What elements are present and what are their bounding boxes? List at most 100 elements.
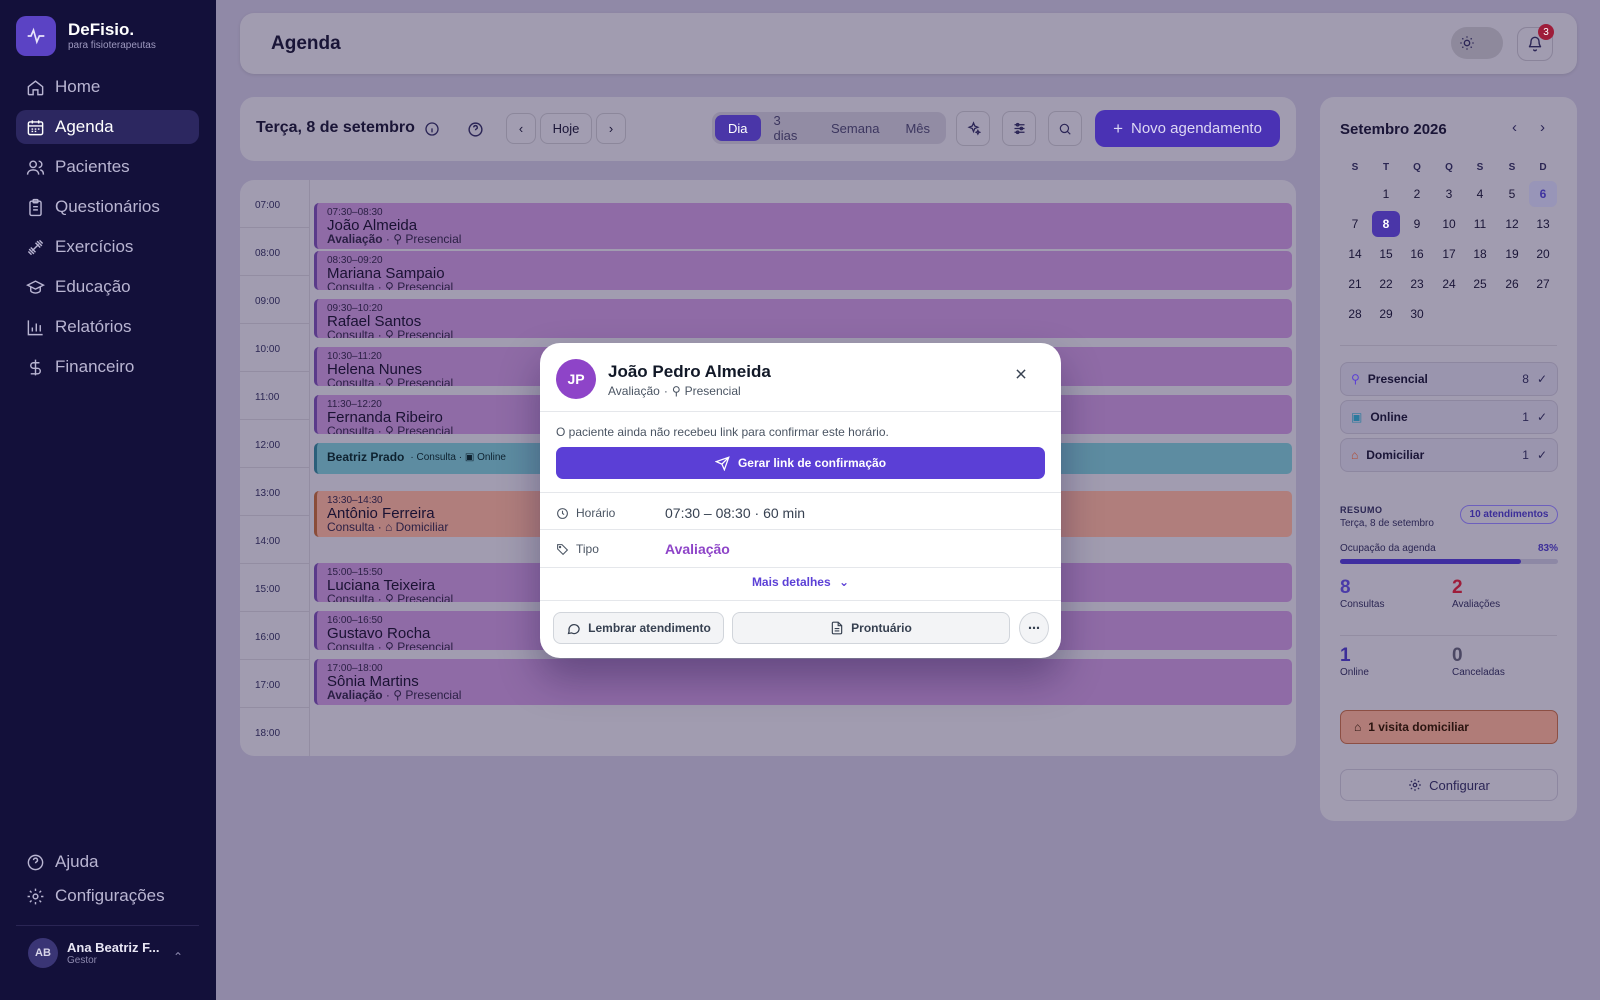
filter-domiciliar[interactable]: ⌂ Domiciliar 1 ✓ <box>1340 438 1558 472</box>
calendar-day[interactable]: 18 <box>1466 241 1494 267</box>
medical-record-button[interactable]: Prontuário <box>732 612 1010 644</box>
filter-count: 1 <box>1522 448 1529 462</box>
configure-button[interactable]: Configurar <box>1340 769 1558 801</box>
user-menu[interactable]: AB Ana Beatriz F... Gestor ⌃ <box>16 925 199 968</box>
dollar-icon <box>30 359 41 375</box>
remind-button[interactable]: Lembrar atendimento <box>553 612 724 644</box>
calendar-day[interactable]: 22 <box>1372 271 1400 297</box>
appointment-card[interactable]: 09:30–10:20 Rafael Santos Consulta · ⚲ P… <box>314 299 1292 338</box>
search-icon <box>1059 123 1071 135</box>
filter-presencial[interactable]: ⚲ Presencial 8 ✓ <box>1340 362 1558 396</box>
hour-label: 10:00 <box>255 344 281 355</box>
appointment-time: 17:00–18:00 <box>327 663 383 674</box>
calendar-day-selected[interactable]: 8 <box>1372 211 1400 237</box>
calendar-day[interactable]: 5 <box>1498 181 1526 207</box>
filters-button[interactable] <box>1002 111 1036 146</box>
hour-label: 13:00 <box>255 488 281 499</box>
more-options-button[interactable]: ⋯ <box>1019 612 1049 644</box>
calendar-day[interactable]: 10 <box>1435 211 1463 237</box>
calendar-day[interactable]: 4 <box>1466 181 1494 207</box>
appointment-mode: Presencial <box>397 640 454 651</box>
sidebar-item-pacientes[interactable]: Pacientes <box>16 150 199 184</box>
appointment-card[interactable]: 17:00–18:00 Sônia Martins Avaliação · ⚲ … <box>314 659 1292 705</box>
calendar-day[interactable]: 3 <box>1435 181 1463 207</box>
more-details-button[interactable]: Mais detalhes ⌄ <box>540 575 1061 589</box>
sidebar: DeFisio. para fisioterapeutas Home Agend… <box>0 0 216 1000</box>
view-3days-tab[interactable]: 3 dias <box>761 113 819 143</box>
calendar-day[interactable]: 2 <box>1403 181 1431 207</box>
chevron-up-icon: ⌃ <box>172 950 183 964</box>
calendar-day[interactable]: 28 <box>1341 301 1369 327</box>
sidebar-item-configuracoes[interactable]: Configurações <box>16 879 199 913</box>
calendar-day[interactable]: 6 <box>1529 181 1557 207</box>
sidebar-item-exercicios[interactable]: Exercícios <box>16 230 199 264</box>
view-month-tab[interactable]: Mês <box>892 115 943 141</box>
patient-name: João Almeida <box>327 217 418 234</box>
hour-divider <box>240 611 310 612</box>
prev-day-button[interactable]: ‹ <box>506 113 536 144</box>
weekday-label: S <box>1351 162 1359 173</box>
theme-toggle[interactable] <box>1451 27 1503 59</box>
new-appointment-label: Novo agendamento <box>1131 120 1262 137</box>
sidebar-item-ajuda[interactable]: Ajuda <box>16 845 199 879</box>
summary-date: Terça, 8 de setembro <box>1340 518 1434 529</box>
help-button[interactable] <box>460 114 490 144</box>
type-label: Tipo <box>576 542 599 556</box>
calendar-day[interactable]: 24 <box>1435 271 1463 297</box>
sidebar-item-questionarios[interactable]: Questionários <box>16 190 199 224</box>
app-logo[interactable] <box>16 16 56 56</box>
calendar-day[interactable]: 1 <box>1372 181 1400 207</box>
view-week-tab[interactable]: Semana <box>818 115 892 141</box>
calendar-day[interactable]: 20 <box>1529 241 1557 267</box>
appointment-card[interactable]: 07:30–08:30 João Almeida Avaliação · ⚲ P… <box>314 203 1292 249</box>
calendar-day[interactable]: 14 <box>1341 241 1369 267</box>
sliders-icon <box>1014 122 1024 135</box>
home-visit-banner[interactable]: ⌂ 1 visita domiciliar <box>1340 710 1558 744</box>
calendar-day[interactable]: 30 <box>1403 301 1431 327</box>
calendar-day[interactable]: 19 <box>1498 241 1526 267</box>
generate-link-button[interactable]: Gerar link de confirmação <box>556 447 1045 479</box>
stat-value: 1 <box>1340 645 1351 666</box>
appointment-type: Consulta <box>416 451 456 463</box>
sidebar-item-financeiro[interactable]: Financeiro <box>16 350 199 384</box>
calendar-day[interactable]: 23 <box>1403 271 1431 297</box>
search-button[interactable] <box>1048 111 1082 146</box>
calendar-day[interactable]: 21 <box>1341 271 1369 297</box>
prev-month-button[interactable]: ‹ <box>1512 119 1517 136</box>
calendar-day[interactable]: 12 <box>1498 211 1526 237</box>
view-day-tab[interactable]: Dia <box>715 115 761 141</box>
today-button[interactable]: Hoje <box>540 113 592 144</box>
map-pin-icon: ⚲ <box>393 688 403 702</box>
calendar-day[interactable]: 13 <box>1529 211 1557 237</box>
sidebar-item-home[interactable]: Home <box>16 70 199 104</box>
stat-label: Online <box>1340 667 1369 678</box>
calendar-day[interactable]: 29 <box>1372 301 1400 327</box>
calendar-day[interactable]: 11 <box>1466 211 1494 237</box>
calendar-day[interactable]: 9 <box>1403 211 1431 237</box>
notifications-button[interactable]: 3 <box>1517 24 1554 61</box>
sidebar-item-relatorios[interactable]: Relatórios <box>16 310 199 344</box>
stat-label: Consultas <box>1340 599 1385 610</box>
calendar-day[interactable]: 17 <box>1435 241 1463 267</box>
stat-value: 8 <box>1340 577 1351 598</box>
next-day-button[interactable]: › <box>596 113 626 144</box>
calendar-day[interactable]: 25 <box>1466 271 1494 297</box>
info-button[interactable] <box>417 114 447 144</box>
sidebar-item-agenda[interactable]: Agenda <box>16 110 199 144</box>
smart-schedule-button[interactable] <box>956 111 990 146</box>
calendar-day[interactable]: 16 <box>1403 241 1431 267</box>
close-button[interactable] <box>1010 363 1032 385</box>
appointment-card[interactable]: 08:30–09:20 Mariana Sampaio Consulta · ⚲… <box>314 251 1292 290</box>
sidebar-item-educacao[interactable]: Educação <box>16 270 199 304</box>
new-appointment-button[interactable]: + Novo agendamento <box>1095 110 1280 147</box>
filter-online[interactable]: ▣ Online 1 ✓ <box>1340 400 1558 434</box>
calendar-day[interactable]: 7 <box>1341 211 1369 237</box>
calendar-day[interactable]: 15 <box>1372 241 1400 267</box>
main-nav: Home Agenda Pacientes Questionários Exer… <box>16 70 199 390</box>
next-month-button[interactable]: › <box>1540 119 1545 136</box>
calendar-day[interactable]: 26 <box>1498 271 1526 297</box>
user-role: Gestor <box>67 955 98 966</box>
appointment-mode: Presencial <box>405 688 462 702</box>
appointment-type: Consulta <box>327 376 375 387</box>
calendar-day[interactable]: 27 <box>1529 271 1557 297</box>
